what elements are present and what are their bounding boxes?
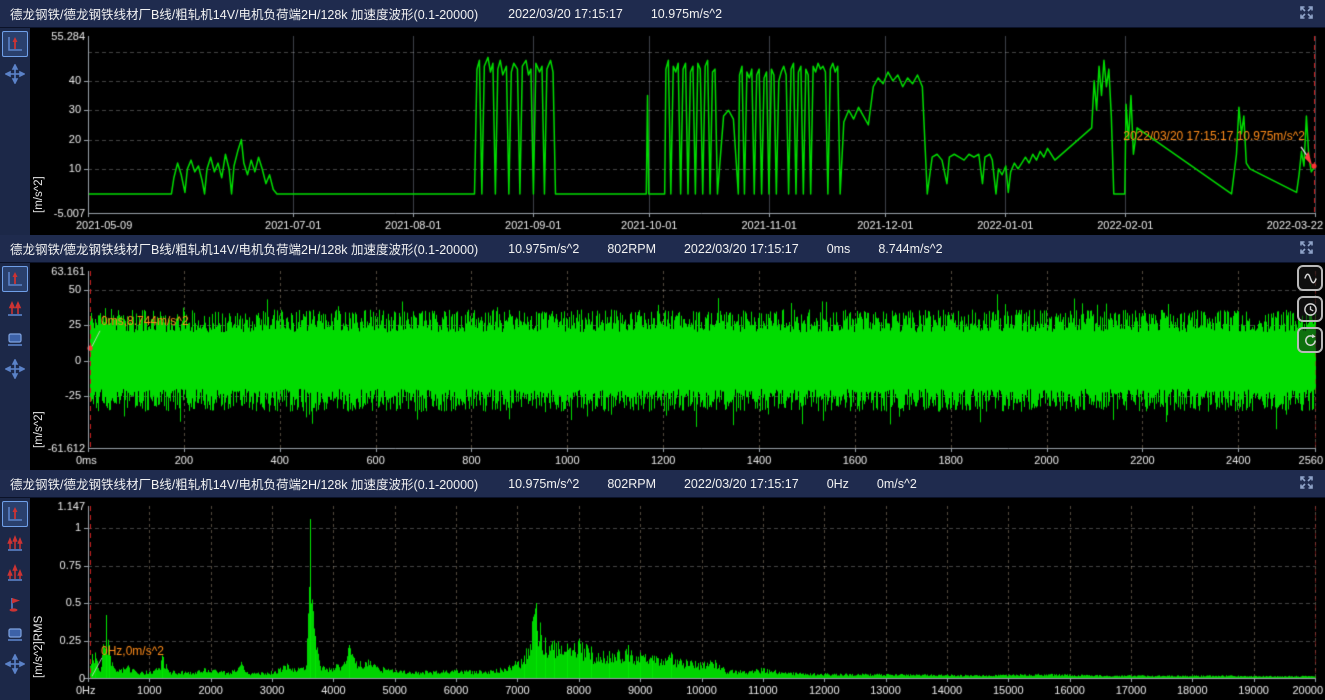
single-cursor-icon[interactable] [2, 501, 28, 527]
trend-chart[interactable] [30, 28, 1325, 235]
band-icon[interactable] [2, 326, 28, 352]
expand-icon[interactable] [1298, 4, 1315, 24]
pan-icon[interactable] [2, 356, 28, 382]
spectrum-cursor-y: 0m/s^2 [877, 477, 917, 491]
measurement-path-title: 德龙钢铁/德龙钢铁线材厂B线/粗轧机14V/电机负荷端2H/128k 加速度波形… [10, 4, 478, 23]
waveform-cursor-x: 0ms [827, 242, 851, 256]
measurement-path-title: 德龙钢铁/德龙钢铁线材厂B线/粗轧机14V/电机负荷端2H/128k 加速度波形… [10, 474, 478, 493]
waveform-header: 德龙钢铁/德龙钢铁线材厂B线/粗轧机14V/电机负荷端2H/128k 加速度波形… [0, 235, 1325, 263]
waveform-panel: 德龙钢铁/德龙钢铁线材厂B线/粗轧机14V/电机负荷端2H/128k 加速度波形… [0, 235, 1325, 470]
waveform-datetime: 2022/03/20 17:15:17 [684, 242, 799, 256]
trend-plot-area: [m/s^2] [30, 28, 1325, 235]
waveform-chart[interactable] [30, 263, 1325, 470]
flag-marker-icon[interactable] [2, 591, 28, 617]
waveform-value: 10.975m/s^2 [508, 242, 579, 256]
expand-icon[interactable] [1298, 474, 1315, 494]
clock-icon[interactable] [1297, 296, 1323, 322]
waveform-overlay-tools [1297, 265, 1323, 353]
spectrum-toolbar [0, 498, 30, 700]
spectrum-chart[interactable] [30, 498, 1325, 700]
waveform-cursor-y: 8.744m/s^2 [878, 242, 942, 256]
trend-toolbar [0, 28, 30, 235]
harmonic-cursor-icon[interactable] [2, 531, 28, 557]
single-cursor-icon[interactable] [2, 31, 28, 57]
spectrum-value: 10.975m/s^2 [508, 477, 579, 491]
spectrum-plot-area: [m/s^2]RMS [30, 498, 1325, 700]
pan-icon[interactable] [2, 651, 28, 677]
single-cursor-icon[interactable] [2, 266, 28, 292]
pan-icon[interactable] [2, 61, 28, 87]
spectrum-datetime: 2022/03/20 17:15:17 [684, 477, 799, 491]
expand-icon[interactable] [1298, 239, 1315, 259]
trend-header: 德龙钢铁/德龙钢铁线材厂B线/粗轧机14V/电机负荷端2H/128k 加速度波形… [0, 0, 1325, 28]
waveform-plot-area: [m/s^2] [30, 263, 1325, 470]
spectrum-rpm: 802RPM [607, 477, 656, 491]
trend-panel: 德龙钢铁/德龙钢铁线材厂B线/粗轧机14V/电机负荷端2H/128k 加速度波形… [0, 0, 1325, 235]
trend-value: 10.975m/s^2 [651, 7, 722, 21]
refresh-icon[interactable] [1297, 327, 1323, 353]
measurement-path-title: 德龙钢铁/德龙钢铁线材厂B线/粗轧机14V/电机负荷端2H/128k 加速度波形… [10, 239, 478, 258]
waveform-rpm: 802RPM [607, 242, 656, 256]
double-cursor-icon[interactable] [2, 296, 28, 322]
trend-datetime: 2022/03/20 17:15:17 [508, 7, 623, 21]
band-icon[interactable] [2, 621, 28, 647]
spectrum-panel: 德龙钢铁/德龙钢铁线材厂B线/粗轧机14V/电机负荷端2H/128k 加速度波形… [0, 470, 1325, 700]
sideband-cursor-icon[interactable] [2, 561, 28, 587]
spectrum-cursor-x: 0Hz [827, 477, 849, 491]
wave-mode-icon[interactable] [1297, 265, 1323, 291]
waveform-toolbar [0, 263, 30, 470]
spectrum-header: 德龙钢铁/德龙钢铁线材厂B线/粗轧机14V/电机负荷端2H/128k 加速度波形… [0, 470, 1325, 498]
